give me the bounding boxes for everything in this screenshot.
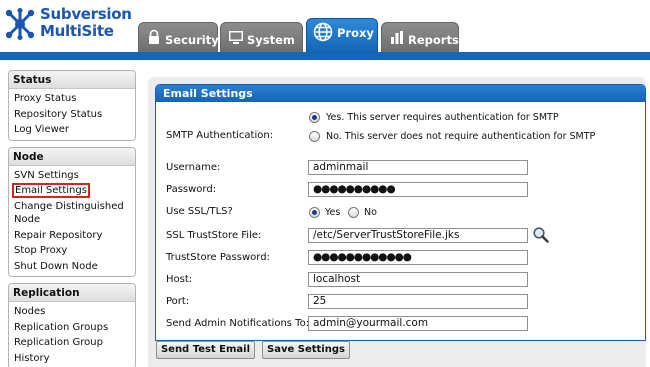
sidebar-panel-title: Status: [9, 71, 135, 89]
tab-system[interactable]: System: [220, 22, 303, 52]
ssl-no-radio[interactable]: [348, 207, 359, 218]
sidebar-panel-replication: Replication Nodes Replication Groups Rep…: [8, 283, 136, 367]
sidebar-panel-title: Replication: [9, 284, 135, 302]
logo-line2: MultiSite: [40, 22, 114, 40]
sidebar-item-stop-proxy[interactable]: Stop Proxy: [9, 243, 135, 259]
port-input[interactable]: 25: [308, 294, 528, 309]
password-label: Password:: [166, 184, 217, 195]
ssl-no-label[interactable]: No: [364, 207, 377, 218]
tab-proxy[interactable]: Proxy: [306, 18, 378, 52]
host-input[interactable]: localhost: [308, 272, 528, 287]
sidebar-item-email-settings[interactable]: Email Settings: [9, 183, 135, 199]
logo-text: Subversion MultiSite: [40, 6, 132, 40]
truststore-password-input[interactable]: ●●●●●●●●●●●●: [308, 250, 528, 265]
username-label: Username:: [166, 162, 221, 173]
sidebar-panel-node: Node SVN Settings Email Settings Change …: [8, 146, 136, 277]
save-settings-button[interactable]: Save Settings: [262, 341, 350, 359]
ssl-yes-radio[interactable]: [309, 207, 320, 218]
sidebar-item-repair-repository[interactable]: Repair Repository: [9, 228, 135, 244]
smtp-auth-label: SMTP Authentication:: [166, 130, 274, 141]
send-test-email-button[interactable]: Send Test Email: [156, 341, 255, 359]
sidebar-item-email-settings-label: Email Settings: [12, 183, 90, 198]
logo-network-icon: [5, 8, 35, 40]
logo-line1: Subversion: [40, 5, 132, 23]
sidebar-panel-status: Status Proxy Status Repository Status Lo…: [8, 70, 136, 141]
email-settings-form: Email Settings SMTP Authentication: Yes.…: [155, 84, 646, 341]
tab-bar-underline: [0, 52, 650, 60]
truststore-file-input[interactable]: /etc/ServerTrustStoreFile.jks: [308, 228, 528, 243]
browse-search-icon[interactable]: [532, 226, 550, 244]
header: Subversion MultiSite Security System Pro…: [0, 0, 650, 52]
truststore-file-label: SSL TrustStore File:: [166, 230, 262, 241]
sidebar-item-replication-groups[interactable]: Replication Groups: [9, 320, 135, 336]
sidebar-item-svn-settings[interactable]: SVN Settings: [9, 168, 135, 184]
sidebar-item-change-distinguished-node[interactable]: Change Distinguished Node: [9, 199, 124, 228]
sidebar-item-repository-status[interactable]: Repository Status: [9, 107, 135, 123]
smtp-auth-no-label[interactable]: No. This server does not require authent…: [326, 131, 595, 142]
sidebar-item-log-viewer[interactable]: Log Viewer: [9, 122, 135, 138]
monitor-icon: [229, 31, 243, 44]
tab-system-label: System: [247, 33, 295, 47]
tab-reports[interactable]: Reports: [381, 22, 459, 52]
tab-security-label: Security: [165, 33, 219, 47]
sidebar-item-nodes[interactable]: Nodes: [9, 304, 135, 320]
sidebar: Status Proxy Status Repository Status Lo…: [8, 70, 136, 367]
tab-proxy-label: Proxy: [337, 26, 374, 40]
password-input[interactable]: ●●●●●●●●●●: [308, 182, 528, 197]
notify-label: Send Admin Notifications To:: [166, 318, 310, 329]
tab-reports-label: Reports: [408, 33, 459, 47]
lock-icon: [149, 29, 159, 44]
sidebar-item-replication-group-history[interactable]: Replication Group History: [9, 335, 135, 366]
username-input[interactable]: adminmail: [308, 160, 528, 175]
tab-security[interactable]: Security: [138, 22, 219, 52]
form-title: Email Settings: [156, 85, 645, 102]
globe-icon: [313, 22, 333, 42]
port-label: Port:: [166, 296, 190, 307]
logo[interactable]: Subversion MultiSite: [4, 4, 138, 44]
host-label: Host:: [166, 274, 193, 285]
ssl-yes-label[interactable]: Yes: [325, 207, 340, 218]
main-content: Email Settings SMTP Authentication: Yes.…: [148, 77, 646, 367]
smtp-auth-yes-radio[interactable]: [309, 112, 320, 123]
bar-chart-icon: [391, 31, 403, 44]
truststore-password-label: TrustStore Password:: [166, 252, 270, 263]
notify-input[interactable]: admin@yourmail.com: [308, 316, 528, 331]
smtp-auth-yes-label[interactable]: Yes. This server requires authentication…: [326, 112, 559, 123]
sidebar-panel-title: Node: [9, 147, 135, 166]
ssl-label: Use SSL/TLS?: [166, 206, 233, 217]
smtp-auth-no-radio[interactable]: [309, 131, 320, 142]
sidebar-item-proxy-status[interactable]: Proxy Status: [9, 91, 135, 107]
sidebar-item-shut-down-node[interactable]: Shut Down Node: [9, 259, 135, 275]
